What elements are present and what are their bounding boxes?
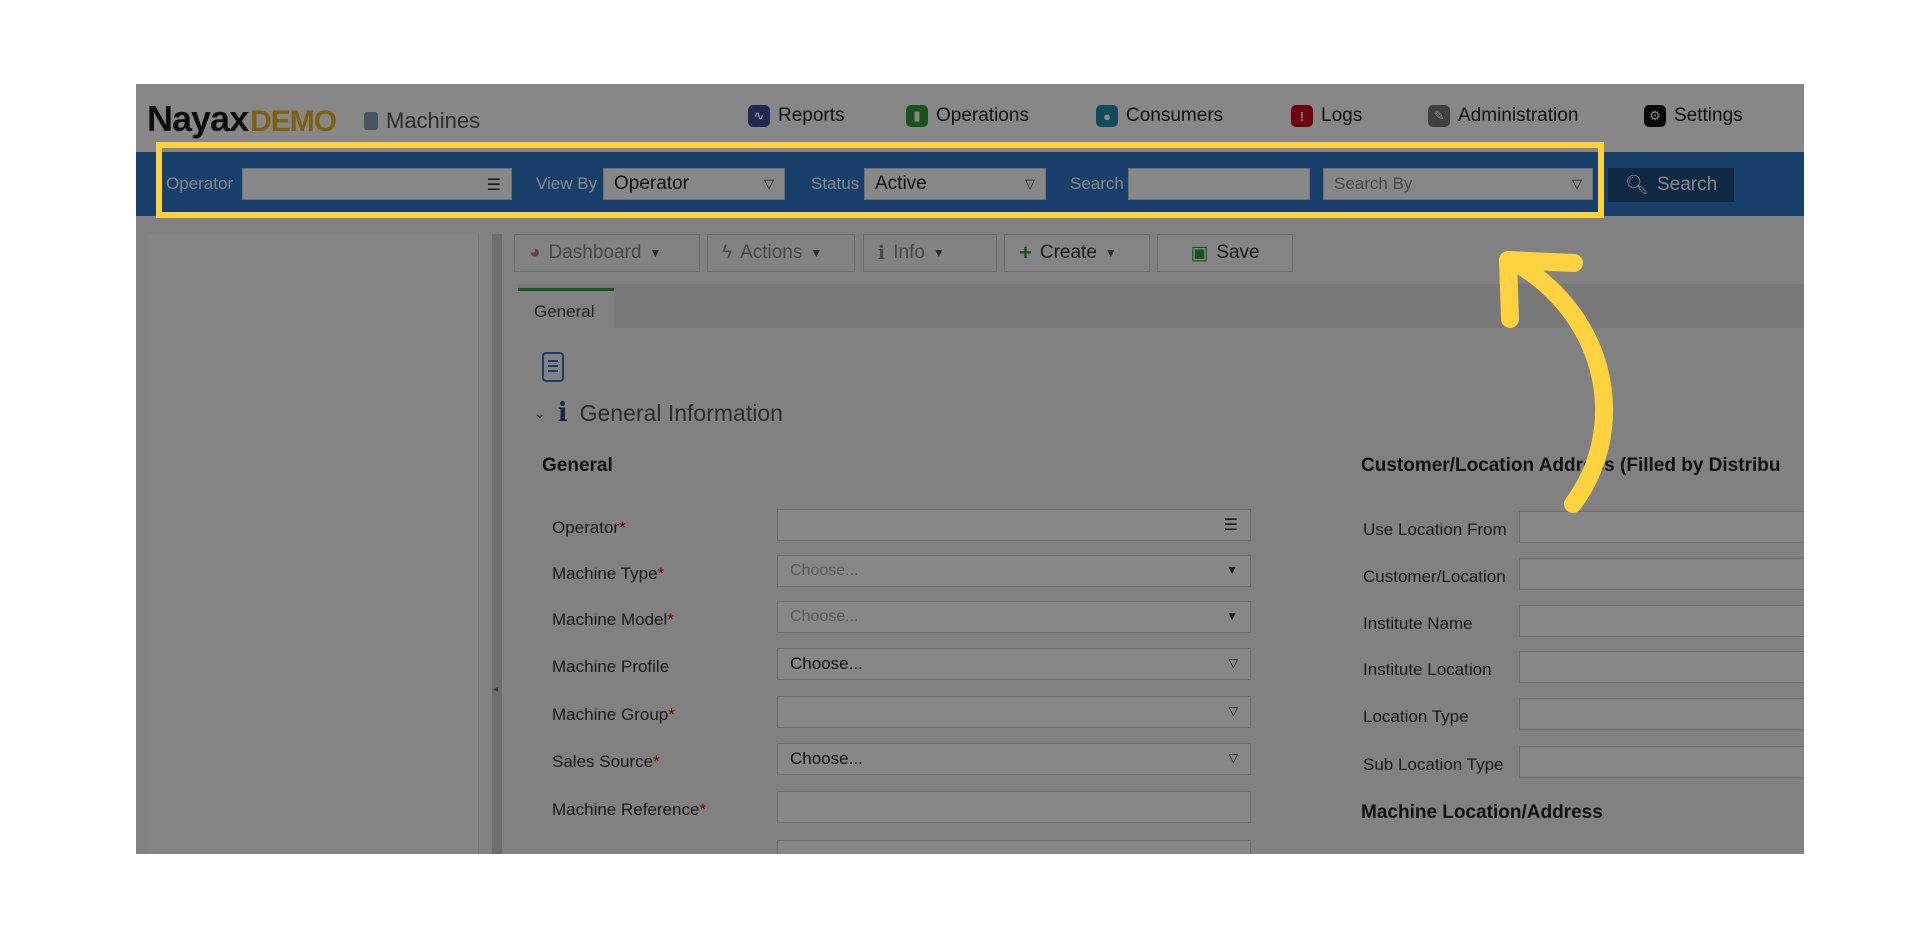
curved-arrow-icon [1499,251,1613,513]
